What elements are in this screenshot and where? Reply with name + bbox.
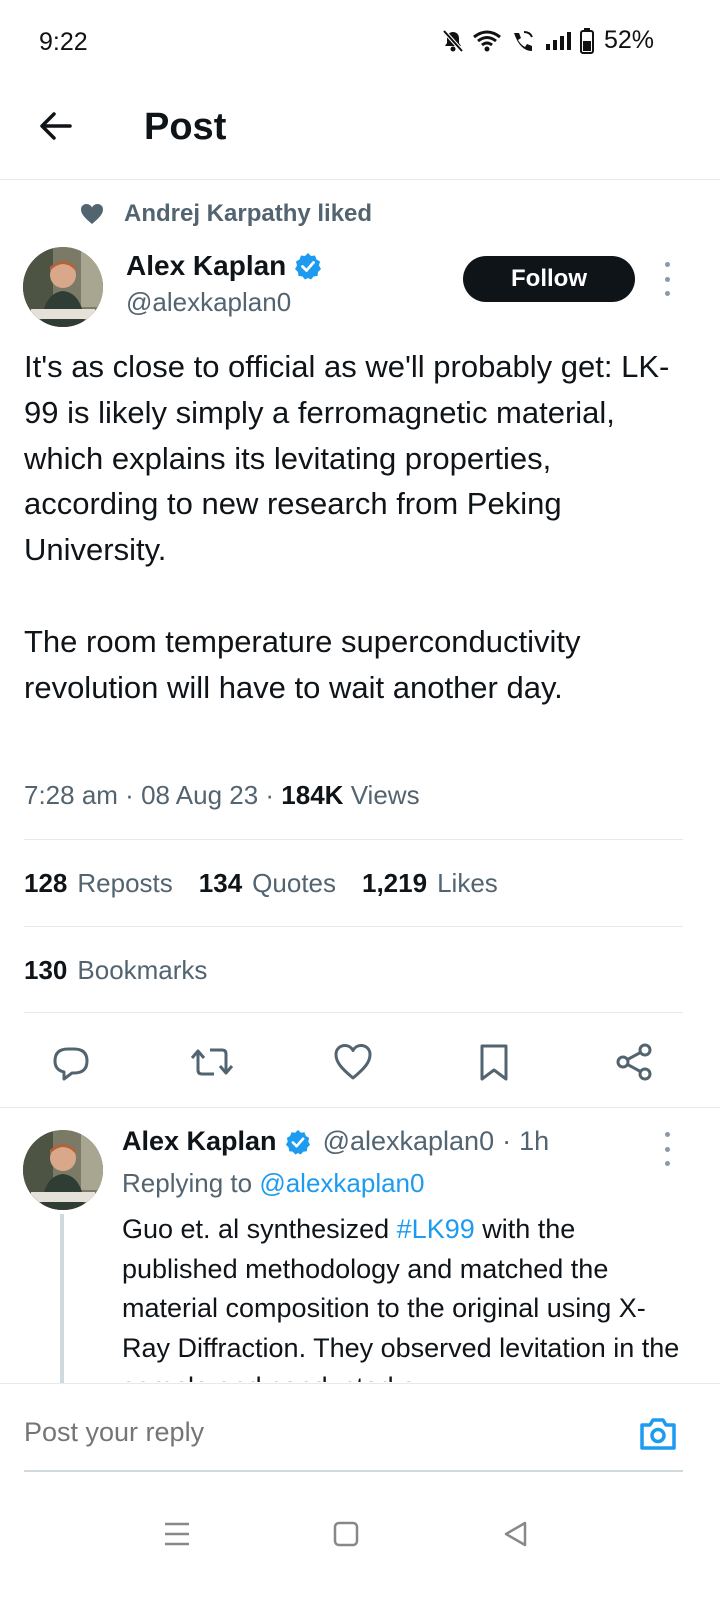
reposts-stat[interactable]: 128 Reposts bbox=[24, 868, 173, 899]
reply-input[interactable] bbox=[24, 1417, 524, 1448]
status-bar: 9:22 52% bbox=[0, 0, 720, 80]
replying-prefix: Replying to bbox=[122, 1168, 253, 1198]
page-title: Post bbox=[144, 106, 227, 148]
author-avatar[interactable] bbox=[23, 247, 103, 327]
social-context-text[interactable]: Andrej Karpathy liked bbox=[124, 200, 372, 228]
signal-icon bbox=[544, 30, 572, 52]
reply-more-button[interactable] bbox=[661, 1132, 673, 1166]
wifi-icon bbox=[472, 30, 502, 52]
likes-count: 1,219 bbox=[362, 868, 428, 898]
quotes-count: 134 bbox=[198, 868, 243, 898]
post-time[interactable]: 7:28 am bbox=[24, 780, 118, 810]
author-name[interactable]: Alex Kaplan bbox=[126, 250, 322, 282]
more-dot bbox=[664, 262, 670, 267]
reply-text: Guo et. al synthesized #LK99 with the pu… bbox=[122, 1210, 687, 1382]
back-nav-button[interactable] bbox=[491, 1510, 539, 1558]
thread-line bbox=[60, 1214, 64, 1386]
repost-button[interactable] bbox=[188, 1038, 236, 1086]
views-count: 184K bbox=[281, 780, 344, 810]
quotes-label: Quotes bbox=[252, 868, 336, 898]
reposts-label: Reposts bbox=[77, 868, 173, 898]
bookmark-icon bbox=[480, 1044, 508, 1081]
square-icon bbox=[333, 1521, 359, 1547]
verified-badge-icon bbox=[295, 253, 322, 280]
hashtag-link[interactable]: #LK99 bbox=[397, 1214, 475, 1244]
quotes-stat[interactable]: 134 Quotes bbox=[199, 868, 336, 899]
repost-icon bbox=[190, 1048, 234, 1076]
reply-time[interactable]: 1h bbox=[519, 1126, 549, 1157]
more-dot bbox=[664, 291, 670, 296]
likes-stat[interactable]: 1,219 Likes bbox=[362, 868, 498, 899]
divider bbox=[24, 1012, 683, 1013]
back-button[interactable] bbox=[34, 104, 78, 148]
home-button[interactable] bbox=[322, 1510, 370, 1558]
action-bar bbox=[0, 1030, 720, 1100]
replying-to-link[interactable]: @alexkaplan0 bbox=[259, 1168, 424, 1198]
post-date[interactable]: 08 Aug 23 bbox=[141, 780, 258, 810]
post-text: It's as close to official as we'll proba… bbox=[24, 349, 670, 705]
more-dot bbox=[664, 276, 670, 282]
top-app-bar: Post bbox=[0, 80, 720, 180]
share-button[interactable] bbox=[610, 1038, 658, 1086]
reply-separator: · bbox=[502, 1126, 512, 1156]
reply-header: Alex Kaplan @alexkaplan0 · 1h bbox=[122, 1126, 549, 1157]
recents-button[interactable] bbox=[153, 1510, 201, 1558]
more-options-button[interactable] bbox=[661, 262, 673, 296]
reply-composer bbox=[0, 1383, 720, 1473]
section-divider bbox=[0, 1107, 720, 1108]
reply-author-handle[interactable]: @alexkaplan0 bbox=[323, 1126, 495, 1157]
follow-button[interactable]: Follow bbox=[463, 256, 635, 302]
more-dot bbox=[664, 1161, 670, 1166]
reply-author-name[interactable]: Alex Kaplan bbox=[122, 1126, 277, 1157]
author-handle[interactable]: @alexkaplan0 bbox=[126, 287, 291, 318]
engagement-stats: 128 Reposts 134 Quotes 1,219 Likes bbox=[24, 868, 498, 899]
bookmarks-label: Bookmarks bbox=[77, 955, 208, 985]
divider bbox=[24, 926, 683, 927]
wifi-call-icon bbox=[510, 29, 536, 53]
status-icons: 52% bbox=[442, 26, 654, 55]
like-button[interactable] bbox=[329, 1038, 377, 1086]
verified-badge-icon bbox=[285, 1129, 310, 1155]
reply-icon bbox=[53, 1047, 89, 1081]
system-nav-bar bbox=[0, 1480, 720, 1600]
bookmark-button[interactable] bbox=[470, 1038, 518, 1086]
menu-icon bbox=[165, 1522, 189, 1546]
reply-text-start: Guo et. al synthesized bbox=[122, 1214, 397, 1244]
likes-label: Likes bbox=[437, 868, 498, 898]
battery-percent: 52% bbox=[603, 26, 654, 54]
share-icon bbox=[616, 1043, 652, 1081]
author-name-text: Alex Kaplan bbox=[126, 250, 287, 281]
bookmarks-count: 130 bbox=[24, 955, 68, 985]
reply-button[interactable] bbox=[47, 1038, 95, 1086]
like-icon bbox=[334, 1044, 372, 1080]
more-dot bbox=[664, 1146, 670, 1152]
heart-icon bbox=[81, 204, 103, 224]
composer-underline bbox=[24, 1470, 683, 1472]
bell-off-icon bbox=[442, 29, 464, 53]
more-dot bbox=[664, 1132, 670, 1137]
reposts-count: 128 bbox=[24, 868, 68, 898]
post-meta: 7:28 am · 08 Aug 23 · 184K Views bbox=[24, 780, 420, 810]
battery-icon bbox=[579, 27, 594, 54]
triangle-back-icon bbox=[504, 1521, 527, 1547]
reply-avatar[interactable] bbox=[23, 1130, 103, 1210]
status-time: 9:22 bbox=[39, 28, 88, 56]
views-label: Views bbox=[350, 780, 420, 810]
replying-to: Replying to @alexkaplan0 bbox=[122, 1168, 424, 1199]
bookmarks-stat[interactable]: 130 Bookmarks bbox=[24, 955, 207, 986]
social-context: Andrej Karpathy liked bbox=[80, 200, 372, 228]
camera-button[interactable] bbox=[636, 1412, 680, 1456]
arrow-left-icon bbox=[40, 112, 72, 140]
divider bbox=[24, 839, 683, 840]
camera-icon bbox=[640, 1418, 676, 1450]
